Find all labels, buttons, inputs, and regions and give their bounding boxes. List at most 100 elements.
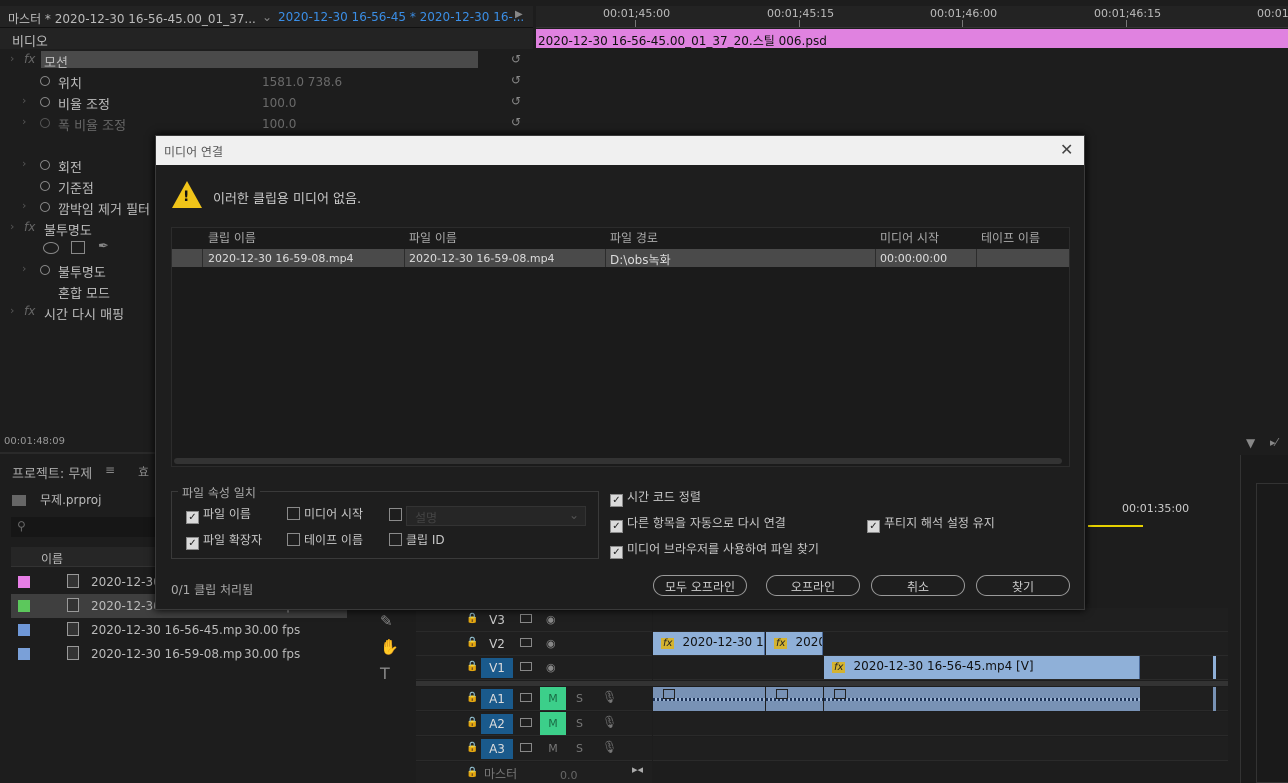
menu-icon[interactable]: ≡ [105, 463, 115, 477]
mic-icon[interactable]: 🎙 [602, 740, 617, 754]
checkbox-align-timecode[interactable]: ✓ 시간 코드 정렬 [610, 488, 701, 507]
solo-button[interactable]: S [576, 692, 583, 705]
filter-icon[interactable]: ▼ [1246, 436, 1255, 450]
chevron-icon[interactable]: › [10, 304, 14, 317]
mute-button[interactable]: M [540, 737, 566, 760]
track-header-a2[interactable]: 🔒 A2 M S 🎙 [416, 712, 652, 736]
sync-icon[interactable] [520, 718, 532, 727]
chevron-down-icon[interactable]: ⌄ [262, 10, 272, 24]
eye-icon[interactable]: ◉ [546, 637, 556, 650]
sync-icon[interactable] [520, 614, 532, 623]
sync-icon[interactable] [520, 743, 532, 752]
offline-button[interactable]: 오프라인 [766, 575, 860, 596]
rect-mask-icon[interactable] [71, 241, 85, 254]
stopwatch-icon[interactable] [40, 181, 50, 191]
track-header-v3[interactable]: 🔒 V3 ◉ [416, 608, 652, 632]
effect-timecode[interactable]: 00:01:48:09 [4, 436, 65, 447]
lock-icon[interactable]: 🔒 [466, 661, 478, 672]
still-clip-bar[interactable]: 2020-12-30 16-56-45.00_01_37_20.스틸 006.p… [536, 29, 1288, 48]
fx-icon[interactable]: fx [24, 52, 35, 66]
clip-a1-1[interactable] [653, 687, 765, 711]
go-to-icon[interactable]: ▸◂ [632, 763, 643, 776]
lock-icon[interactable]: 🔒 [466, 637, 478, 648]
lock-icon[interactable]: 🔒 [466, 767, 478, 778]
sync-icon[interactable] [520, 638, 532, 647]
checkbox-tape-name[interactable]: 테이프 이름 [287, 531, 363, 548]
reset-icon[interactable]: ↺ [511, 52, 521, 66]
tab-project[interactable]: 프로젝트: 무제 [12, 463, 92, 482]
list-item[interactable]: 2020-12-30 16-59-08.mp 30.00 fps [11, 642, 347, 666]
color-label[interactable] [18, 576, 30, 588]
sync-icon[interactable] [520, 662, 532, 671]
checkbox-preserve-interpret[interactable]: ✓ 푸티지 해석 설정 유지 [867, 514, 995, 533]
sync-icon[interactable] [520, 693, 532, 702]
horizontal-scrollbar[interactable] [174, 458, 1062, 464]
clip-a1-3[interactable] [824, 687, 1140, 711]
description-combo[interactable]: 설명 ⌄ [406, 506, 586, 526]
chevron-icon[interactable]: › [22, 262, 26, 275]
ellipse-mask-icon[interactable] [43, 242, 59, 254]
clip-a1-tail[interactable] [1213, 687, 1216, 711]
column-tape-name[interactable]: 테이프 이름 [981, 229, 1040, 246]
track-lane[interactable] [653, 608, 1228, 632]
close-icon[interactable]: ✕ [1060, 140, 1073, 159]
pen-mask-icon[interactable]: ✒ [98, 239, 109, 254]
mic-icon[interactable]: 🎙 [602, 715, 617, 729]
column-name[interactable]: 이름 [41, 550, 63, 567]
stopwatch-icon[interactable] [40, 76, 50, 86]
track-header-v1[interactable]: 🔒 V1 ◉ [416, 656, 652, 680]
solo-button[interactable]: S [576, 742, 583, 755]
checkbox-description[interactable] [389, 508, 406, 522]
clip-v1-tail[interactable] [1213, 656, 1216, 679]
reset-icon[interactable]: ↺ [511, 73, 521, 87]
tab-sequence-clip[interactable]: 2020-12-30 16-56-45 * 2020-12-30 16-... [278, 10, 524, 24]
column-file-name[interactable]: 파일 이름 [409, 229, 457, 246]
clip-v1[interactable]: fx 2020-12-30 16-56-45.mp4 [V] [824, 656, 1140, 679]
locate-button[interactable]: 찾기 [976, 575, 1070, 596]
master-value[interactable]: 0.0 [560, 769, 578, 782]
stopwatch-icon[interactable] [40, 118, 50, 128]
stopwatch-icon[interactable] [40, 265, 50, 275]
track-name[interactable]: A2 [481, 714, 513, 734]
track-name[interactable]: A1 [481, 689, 513, 709]
scale-width-value[interactable]: 100.0 [262, 117, 296, 131]
lock-icon[interactable]: 🔒 [466, 742, 478, 753]
list-item[interactable]: 2020-12-30 16-56-45.mp 30.00 fps [11, 618, 347, 642]
clip-v2-1[interactable]: fx 2020-12-30 16 [653, 632, 765, 655]
stopwatch-icon[interactable] [40, 160, 50, 170]
mic-icon[interactable]: 🎙 [602, 690, 617, 704]
lock-icon[interactable]: 🔒 [466, 613, 478, 624]
eye-icon[interactable]: ◉ [546, 613, 556, 626]
chevron-icon[interactable]: › [22, 115, 26, 128]
color-label[interactable] [18, 600, 30, 612]
track-header-a1[interactable]: 🔒 A1 M S 🎙 [416, 687, 652, 711]
lock-icon[interactable]: 🔒 [466, 717, 478, 728]
chevron-icon[interactable]: › [22, 199, 26, 212]
cancel-button[interactable]: 취소 [871, 575, 965, 596]
position-value[interactable]: 1581.0 738.6 [262, 75, 342, 89]
chevron-icon[interactable]: › [10, 52, 14, 65]
chevron-icon[interactable]: › [10, 220, 14, 233]
track-lane[interactable] [653, 712, 1228, 736]
mute-button[interactable]: M [540, 687, 566, 710]
checkbox-file-extension[interactable]: ✓ 파일 확장자 [186, 531, 262, 550]
checkbox-auto-relink[interactable]: ✓ 다른 항목을 자동으로 다시 연결 [610, 514, 786, 533]
checkbox-clip-id[interactable]: 클립 ID [389, 531, 445, 548]
reset-icon[interactable]: ↺ [511, 115, 521, 129]
clip-a1-2[interactable] [766, 687, 823, 711]
track-divider[interactable] [416, 681, 1228, 686]
checkbox-media-browser[interactable]: ✓ 미디어 브라우저를 사용하여 파일 찾기 [610, 540, 819, 559]
clip-v2-2[interactable]: fx 2020 [766, 632, 823, 655]
column-clip-name[interactable]: 클립 이름 [208, 229, 256, 246]
track-header-a3[interactable]: 🔒 A3 M S 🎙 [416, 737, 652, 761]
motion-highlight[interactable] [41, 51, 478, 68]
tab-effects[interactable]: 효 [138, 463, 149, 480]
track-header-v2[interactable]: 🔒 V2 ◉ [416, 632, 652, 656]
checkbox-media-start[interactable]: 미디어 시작 [287, 505, 363, 522]
lock-icon[interactable]: 🔒 [466, 692, 478, 703]
offline-all-button[interactable]: 모두 오프라인 [653, 575, 747, 596]
type-tool-icon[interactable]: T [380, 664, 390, 683]
mute-button[interactable]: M [540, 712, 566, 735]
chevron-icon[interactable]: › [22, 157, 26, 170]
column-media-start[interactable]: 미디어 시작 [880, 229, 939, 246]
